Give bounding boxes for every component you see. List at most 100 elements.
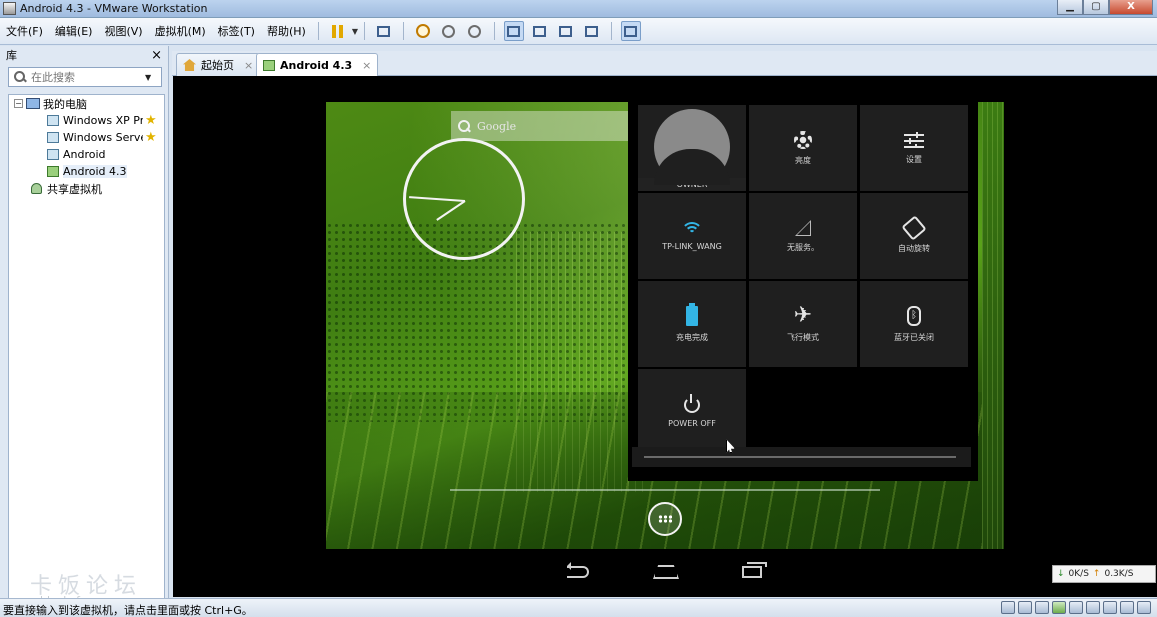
tab-android-4-3[interactable]: Android 4.3 ×	[256, 53, 379, 77]
menu-edit[interactable]: 编辑(E)	[49, 23, 99, 39]
tile-label: POWER OFF	[668, 418, 716, 428]
airplane-icon: ✈	[793, 302, 813, 328]
show-library-button[interactable]	[503, 21, 524, 41]
unity-button[interactable]	[582, 21, 602, 41]
minimize-button[interactable]: ▁	[1057, 0, 1083, 15]
quick-settings-handle[interactable]	[644, 456, 956, 458]
settings-sliders-icon	[904, 131, 924, 148]
all-apps-button[interactable]	[648, 502, 682, 536]
tile-label: 自动旋转	[898, 243, 930, 253]
menu-view[interactable]: 视图(V)	[98, 23, 148, 39]
shared-vm-icon	[31, 183, 42, 194]
console-view-button[interactable]	[620, 21, 641, 41]
cd-dvd-icon[interactable]	[1018, 601, 1032, 614]
suspend-button[interactable]	[328, 21, 348, 41]
menu-help[interactable]: 帮助(H)	[261, 23, 312, 39]
tree-item-shared-vms[interactable]: 共享虚拟机	[9, 180, 164, 197]
collapse-icon[interactable]: −	[14, 99, 23, 108]
tile-bluetooth[interactable]: ᛒ 蓝牙已关闭	[860, 281, 968, 367]
menu-tabs[interactable]: 标签(T)	[212, 23, 261, 39]
snapshot-manager-icon	[468, 24, 482, 38]
signal-icon	[795, 219, 811, 236]
toolbar-separator	[363, 22, 365, 40]
tile-label: 亮度	[795, 155, 811, 165]
maximize-button[interactable]: ▢	[1083, 0, 1109, 15]
chevron-down-icon[interactable]: ▼	[145, 73, 151, 82]
send-ctrl-alt-del-button[interactable]	[374, 21, 394, 41]
printer-icon[interactable]	[1103, 601, 1117, 614]
unity-icon	[585, 25, 599, 37]
library-close-button[interactable]: ×	[151, 48, 162, 63]
status-message: 要直接输入到该虚拟机，请点击里面或按 Ctrl+G。	[3, 604, 253, 617]
upload-arrow-icon: ↑	[1092, 569, 1101, 579]
close-button[interactable]: X	[1109, 0, 1153, 15]
tile-brightness[interactable]: 亮度	[749, 105, 857, 191]
tile-label: 蓝牙已关闭	[894, 332, 934, 342]
library-header: 库 ×	[0, 46, 168, 64]
tab-home[interactable]: 起始页 ×	[176, 53, 261, 76]
back-icon[interactable]	[567, 562, 589, 578]
tree-item-android[interactable]: Android	[9, 146, 164, 163]
thumbnail-bar-button[interactable]	[530, 21, 550, 41]
sound-card-icon[interactable]	[1086, 601, 1100, 614]
library-search[interactable]: ▼	[8, 67, 162, 87]
vm-console[interactable]: Google OWNER 亮度 设置 TP-LINK_WANG 无服务。 自动旋…	[173, 76, 1157, 597]
power-dropdown-icon[interactable]: ▼	[352, 27, 358, 36]
fullscreen-icon	[559, 25, 573, 37]
snapshot-button[interactable]	[413, 21, 433, 41]
wallpaper-edge	[982, 102, 1004, 549]
message-log-icon[interactable]	[1137, 601, 1151, 614]
tab-close-icon[interactable]: ×	[362, 59, 371, 72]
vm-icon	[47, 149, 59, 160]
tile-wifi[interactable]: TP-LINK_WANG	[638, 193, 746, 279]
tile-owner[interactable]: OWNER	[638, 105, 746, 191]
toolbar-separator	[317, 22, 319, 40]
library-search-input[interactable]	[31, 70, 141, 84]
quick-settings-panel: OWNER 亮度 设置 TP-LINK_WANG 无服务。 自动旋转 充电完成 …	[628, 102, 978, 481]
network-adapter-icon[interactable]	[1052, 601, 1066, 614]
favorite-star-icon: ★	[145, 130, 157, 145]
snapshot-manager-button[interactable]	[465, 21, 485, 41]
toolbar-separator	[493, 22, 495, 40]
download-arrow-icon: ↓	[1057, 569, 1065, 579]
menu-vm[interactable]: 虚拟机(M)	[149, 23, 212, 39]
rotate-icon	[901, 214, 927, 241]
dock-divider	[450, 489, 880, 491]
google-search-bar[interactable]: Google	[451, 111, 641, 141]
tree-item-windows-xp[interactable]: Windows XP Pro ★	[9, 112, 164, 129]
tile-airplane-mode[interactable]: ✈ 飞行模式	[749, 281, 857, 367]
menu-file[interactable]: 文件(F)	[0, 23, 49, 39]
tab-close-icon[interactable]: ×	[244, 59, 253, 72]
tile-power-off[interactable]: POWER OFF	[638, 369, 746, 455]
window-title: Android 4.3 - VMware Workstation	[20, 2, 208, 15]
hard-disk-icon[interactable]	[1001, 601, 1015, 614]
recent-apps-icon[interactable]	[742, 562, 767, 578]
floppy-icon[interactable]	[1035, 601, 1049, 614]
search-icon	[13, 70, 27, 84]
display-icon[interactable]	[1120, 601, 1134, 614]
library-view-icon	[507, 25, 521, 37]
home-button-icon[interactable]	[653, 565, 679, 579]
tree-label: Windows Server	[63, 131, 143, 144]
android-home-screen[interactable]: Google OWNER 亮度 设置 TP-LINK_WANG 无服务。 自动旋…	[326, 102, 1004, 549]
title-bar: Android 4.3 - VMware Workstation ▁ ▢ X	[0, 0, 1157, 18]
vm-icon	[47, 132, 59, 143]
tile-auto-rotate[interactable]: 自动旋转	[860, 193, 968, 279]
analog-clock-widget[interactable]	[403, 138, 525, 260]
tile-battery[interactable]: 充电完成	[638, 281, 746, 367]
tree-item-android-4-3[interactable]: Android 4.3	[9, 163, 164, 180]
power-icon	[684, 393, 700, 413]
home-icon	[183, 59, 196, 71]
tile-label: 飞行模式	[787, 332, 819, 342]
tile-label: 充电完成	[676, 332, 708, 342]
revert-snapshot-button[interactable]	[439, 21, 459, 41]
tree-item-windows-server[interactable]: Windows Server ★	[9, 129, 164, 146]
tree-item-my-computer[interactable]: − 我的电脑	[9, 95, 164, 112]
tile-settings[interactable]: 设置	[860, 105, 968, 191]
tile-mobile-signal[interactable]: 无服务。	[749, 193, 857, 279]
full-screen-button[interactable]	[556, 21, 576, 41]
tile-label: 无服务。	[787, 242, 819, 252]
usb-icon[interactable]	[1069, 601, 1083, 614]
favorite-star-icon: ★	[145, 113, 157, 128]
vm-running-icon	[47, 166, 59, 177]
